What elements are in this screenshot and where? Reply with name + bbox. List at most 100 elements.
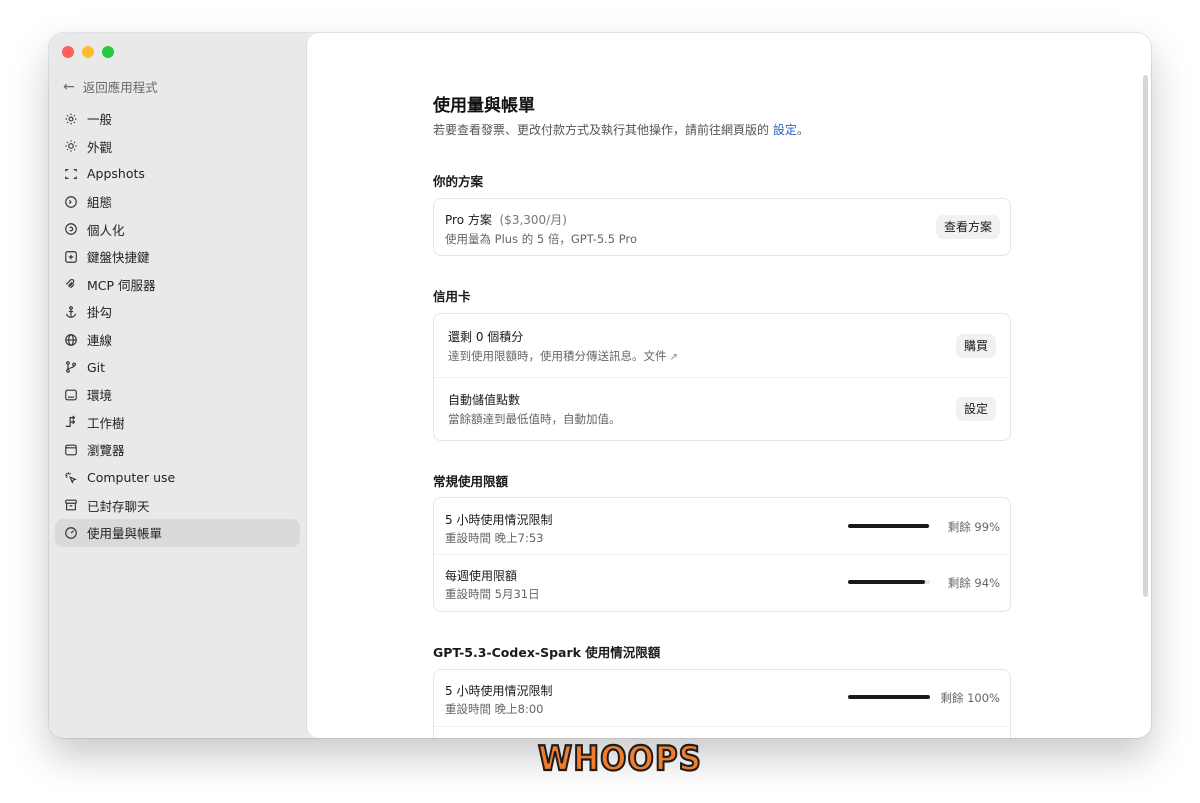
plan-card: Pro 方案 ($3,300/月) 使用量為 Plus 的 5 倍，GPT-5.… bbox=[433, 198, 1011, 256]
globe-icon bbox=[65, 333, 77, 346]
sidebar-item-worktree[interactable]: 工作樹 bbox=[55, 409, 300, 437]
usage-progress-fill bbox=[848, 524, 930, 528]
limit-remaining: 剩餘 100% bbox=[940, 691, 1000, 705]
sidebar-item-label: 組態 bbox=[87, 195, 113, 211]
limit-title: 5 小時使用情況限制 bbox=[445, 684, 553, 698]
sidebar-item-label: 環境 bbox=[87, 388, 113, 404]
page-title: 使用量與帳單 bbox=[433, 96, 535, 116]
limit-row: 5 小時使用情況限制 重設時間 晚上8:00 剩餘 100% bbox=[434, 670, 1010, 726]
gear-icon bbox=[65, 113, 77, 125]
usage-progress-bar bbox=[848, 695, 930, 699]
computer-use-icon bbox=[65, 471, 77, 484]
sidebar-item-computer-use[interactable]: Computer use bbox=[55, 464, 300, 492]
limit-row: 每週使用限額 重設時間 5月31日 剩餘 94% bbox=[434, 555, 1010, 611]
zoom-window-button[interactable] bbox=[102, 46, 114, 58]
personalize-icon bbox=[65, 223, 77, 235]
credits-remaining-title: 還剩 0 個積分 bbox=[448, 330, 524, 344]
mcp-icon bbox=[65, 279, 75, 289]
sidebar-item-git[interactable]: Git bbox=[55, 353, 300, 381]
sidebar-item-connections[interactable]: 連線 bbox=[55, 326, 300, 354]
external-link-icon[interactable]: ↗ bbox=[670, 352, 678, 363]
whoops-watermark: WHOOPS bbox=[537, 738, 702, 780]
usage-progress-bar bbox=[848, 524, 930, 528]
back-label: 返回應用程式 bbox=[82, 80, 158, 95]
sidebar-item-label: 已封存聊天 bbox=[87, 498, 150, 514]
spark-limits-card: 5 小時使用情況限制 重設時間 晚上8:00 剩餘 100% bbox=[433, 669, 1011, 738]
sidebar-item-keyboard-shortcuts[interactable]: 鍵盤快捷鍵 bbox=[55, 243, 300, 271]
plan-row: Pro 方案 ($3,300/月) 使用量為 Plus 的 5 倍，GPT-5.… bbox=[434, 199, 1010, 255]
arrow-left-icon: ← bbox=[63, 78, 75, 95]
back-to-app-link[interactable]: ← 返回應用程式 bbox=[63, 77, 158, 96]
auto-topup-row: 自動儲值點數 當餘額達到最低值時，自動加值。 設定 bbox=[434, 378, 1010, 440]
credits-section-title: 信用卡 bbox=[433, 289, 471, 304]
divider bbox=[434, 726, 1010, 727]
archive-icon bbox=[65, 499, 77, 511]
sidebar-item-usage-billing[interactable]: 使用量與帳單 bbox=[55, 518, 300, 547]
git-branch-icon bbox=[66, 361, 76, 373]
web-settings-link[interactable]: 設定 bbox=[773, 123, 797, 137]
sidebar-item-label: 連線 bbox=[87, 333, 113, 349]
credits-remaining-desc-text: 達到使用限額時，使用積分傳送訊息。文件 bbox=[448, 349, 667, 363]
auto-topup-title: 自動儲值點數 bbox=[448, 393, 521, 407]
sidebar-item-environment[interactable]: 環境 bbox=[55, 381, 300, 409]
page-subtitle: 若要查看發票、更改付款方式及執行其他操作，請前往網頁版的 設定。 bbox=[433, 121, 809, 138]
sidebar-item-hooks[interactable]: 掛勾 bbox=[55, 298, 300, 326]
credits-remaining-row: 還剩 0 個積分 達到使用限額時，使用積分傳送訊息。文件 ↗ 購買 bbox=[434, 314, 1010, 377]
auto-topup-desc: 當餘額達到最低值時，自動加值。 bbox=[448, 412, 621, 426]
gauge-icon bbox=[65, 526, 77, 539]
sidebar-item-config[interactable]: 組態 bbox=[55, 188, 300, 216]
limit-reset-time: 重設時間 5月31日 bbox=[445, 587, 540, 601]
plan-price: ($3,300/月) bbox=[499, 213, 567, 227]
subtitle-end: 。 bbox=[796, 123, 809, 137]
sidebar-item-archived-chats[interactable]: 已封存聊天 bbox=[55, 491, 300, 519]
sidebar-item-appearance[interactable]: 外觀 bbox=[55, 133, 300, 161]
spark-limits-section-title: GPT-5.3-Codex-Spark 使用情況限額 bbox=[433, 645, 661, 660]
sidebar-item-label: Git bbox=[87, 359, 106, 375]
sidebar-item-label: 鍵盤快捷鍵 bbox=[87, 250, 150, 266]
usage-progress-bar bbox=[848, 580, 930, 584]
limit-row: 5 小時使用情況限制 重設時間 晚上7:53 剩餘 99% bbox=[434, 498, 1010, 554]
sidebar-item-browser[interactable]: 瀏覽器 bbox=[55, 436, 300, 464]
regular-limits-card: 5 小時使用情況限制 重設時間 晚上7:53 剩餘 99% 每週使用限額 重設時… bbox=[433, 497, 1011, 612]
plan-name: Pro 方案 bbox=[445, 213, 492, 227]
sidebar-item-label: Appshots bbox=[87, 166, 145, 182]
environment-icon bbox=[65, 389, 77, 401]
sidebar-item-personalization[interactable]: 個人化 bbox=[55, 215, 300, 243]
sidebar-item-label: MCP 伺服器 bbox=[87, 277, 156, 293]
config-icon bbox=[65, 195, 77, 208]
sidebar-item-mcp-servers[interactable]: MCP 伺服器 bbox=[55, 271, 300, 299]
sidebar-item-label: 瀏覽器 bbox=[87, 443, 125, 459]
sun-icon bbox=[65, 140, 77, 153]
limit-title: 5 小時使用情況限制 bbox=[445, 513, 553, 527]
usage-progress-fill bbox=[848, 695, 930, 699]
sidebar-item-appshots[interactable]: Appshots bbox=[55, 160, 300, 188]
sidebar-item-label: Computer use bbox=[87, 470, 176, 486]
sidebar: ← 返回應用程式 一般 外觀 Appshots 組態 個人化 鍵盤快捷鍵 MCP… bbox=[49, 33, 307, 738]
auto-topup-settings-button[interactable]: 設定 bbox=[955, 397, 996, 421]
sidebar-item-label: 掛勾 bbox=[87, 305, 113, 321]
app-window: ← 返回應用程式 一般 外觀 Appshots 組態 個人化 鍵盤快捷鍵 MCP… bbox=[49, 33, 1151, 738]
plan-section-title: 你的方案 bbox=[433, 174, 484, 189]
main-panel: 使用量與帳單 若要查看發票、更改付款方式及執行其他操作，請前往網頁版的 設定。 … bbox=[307, 33, 1151, 738]
subtitle-text: 若要查看發票、更改付款方式及執行其他操作，請前往網頁版的 bbox=[433, 123, 770, 137]
sidebar-item-label: 工作樹 bbox=[87, 415, 125, 431]
settings-nav: 一般 外觀 Appshots 組態 個人化 鍵盤快捷鍵 MCP 伺服器 掛勾 連… bbox=[55, 105, 300, 547]
keyboard-icon bbox=[65, 250, 77, 263]
credits-card: 還剩 0 個積分 達到使用限額時，使用積分傳送訊息。文件 ↗ 購買 自動儲值點數 … bbox=[433, 313, 1011, 441]
close-window-button[interactable] bbox=[62, 46, 74, 58]
worktree-icon bbox=[65, 415, 76, 428]
sidebar-item-label: 個人化 bbox=[87, 222, 125, 238]
plan-description: 使用量為 Plus 的 5 倍，GPT-5.5 Pro bbox=[445, 232, 638, 246]
browser-icon bbox=[65, 444, 77, 456]
window-controls bbox=[62, 46, 114, 58]
scrollbar[interactable] bbox=[1143, 75, 1148, 597]
sidebar-item-general[interactable]: 一般 bbox=[55, 105, 300, 133]
regular-limits-section-title: 常規使用限額 bbox=[433, 474, 509, 489]
plan-name-line: Pro 方案 ($3,300/月) bbox=[445, 211, 567, 228]
screenshot-icon bbox=[65, 169, 77, 179]
limit-remaining: 剩餘 99% bbox=[947, 520, 1000, 534]
minimize-window-button[interactable] bbox=[82, 46, 94, 58]
buy-credits-button[interactable]: 購買 bbox=[955, 334, 996, 358]
view-plans-button[interactable]: 查看方案 bbox=[935, 215, 1000, 239]
limit-reset-time: 重設時間 晚上7:53 bbox=[445, 531, 544, 545]
